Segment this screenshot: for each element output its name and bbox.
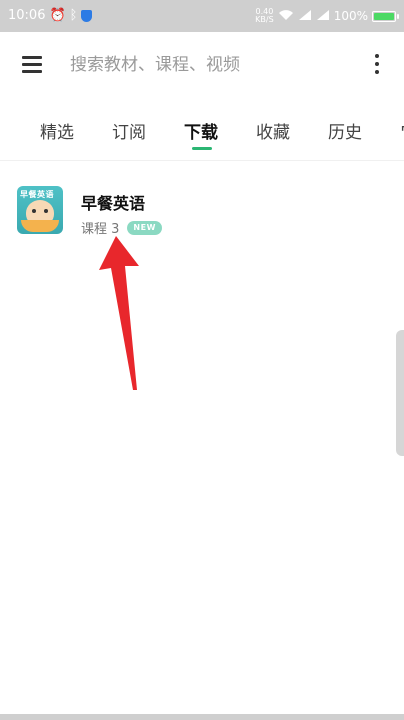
battery-icon: [372, 10, 399, 22]
wifi-icon: [278, 9, 294, 24]
status-left: 10:06 ⏰ ᛒ: [8, 8, 93, 23]
tab-downloads[interactable]: 下载: [184, 118, 218, 143]
tab-overflow-hint: ⌐: [400, 118, 404, 140]
status-time: 10:06: [8, 8, 46, 23]
battery-fill: [374, 12, 394, 20]
shield-icon: [81, 9, 93, 22]
battery-percent: 100%: [333, 9, 368, 23]
status-right: 0.40 KB/S 100%: [255, 8, 399, 24]
more-options-icon[interactable]: [372, 52, 382, 76]
menu-icon[interactable]: [20, 52, 44, 76]
tab-favorites[interactable]: 收藏: [256, 118, 290, 143]
app-header: [0, 32, 404, 96]
alarm-icon: ⏰: [49, 8, 66, 23]
signal-icon-secondary: [316, 9, 330, 24]
tab-bar: 精选 订阅 下载 收藏 历史 ⌐: [0, 104, 404, 160]
download-item[interactable]: 早餐英语 早餐英语 课程 3 NEW: [0, 176, 404, 248]
course-title: 早餐英语: [81, 194, 146, 213]
edge-scroll-handle[interactable]: [396, 330, 404, 456]
header-divider: [0, 160, 404, 161]
cover-title: 早餐英语: [20, 190, 54, 199]
active-tab-indicator: [192, 147, 212, 150]
bluetooth-icon: ᛒ: [69, 8, 78, 23]
signal-icon: [298, 9, 312, 24]
annotation-arrow-icon: [99, 236, 139, 390]
bottom-system-bar: [0, 714, 404, 720]
tab-history[interactable]: 历史: [328, 118, 362, 143]
tab-featured[interactable]: 精选: [40, 118, 74, 143]
network-speed-unit: KB/S: [255, 15, 274, 24]
network-speed: 0.40 KB/S: [255, 8, 274, 24]
status-bar: 10:06 ⏰ ᛒ 0.40 KB/S 100%: [0, 0, 404, 32]
course-cover-image: 早餐英语: [17, 186, 63, 234]
tab-subscribed[interactable]: 订阅: [112, 118, 146, 143]
search-input[interactable]: [68, 48, 352, 82]
